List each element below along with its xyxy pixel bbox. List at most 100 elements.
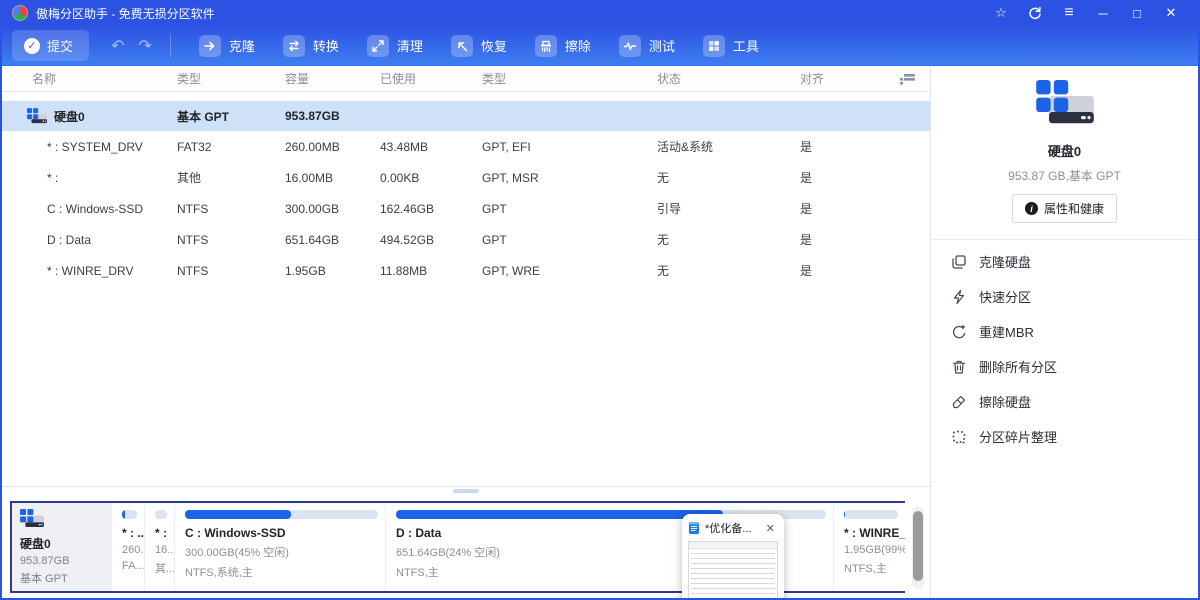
partition-type: GPT, WRE: [482, 264, 657, 278]
rebuild-mbr-icon: [951, 324, 967, 340]
partition-fs: NTFS: [177, 202, 285, 216]
col-used[interactable]: 已使用: [380, 70, 482, 87]
submit-button[interactable]: ✓ 提交: [12, 30, 89, 61]
disk-icon: [20, 509, 44, 529]
table-row-disk0[interactable]: 硬盘0 基本 GPT 953.87GB: [2, 101, 930, 131]
table-row[interactable]: D : Data NTFS 651.64GB 494.52GB GPT 无 是: [2, 224, 930, 255]
col-status[interactable]: 状态: [657, 70, 800, 87]
usage-bar: [185, 510, 378, 519]
panel-divider: [2, 486, 930, 499]
submit-label: 提交: [47, 36, 73, 55]
properties-label: 属性和健康: [1044, 200, 1104, 217]
partition-used: 162.46GB: [380, 202, 482, 216]
preview-close-icon[interactable]: ✕: [763, 521, 778, 536]
eraser-icon: [951, 394, 967, 410]
recover-arrow-icon: [451, 35, 473, 57]
partition-fs: 其他: [177, 169, 285, 186]
sidebar-separator: [931, 239, 1198, 240]
partition-fs: NTFS: [177, 264, 285, 278]
toolbar-item-test[interactable]: 测试: [605, 26, 689, 66]
partition-aligned: 是: [800, 231, 890, 248]
action-clone-disk[interactable]: 克隆硬盘: [931, 244, 1198, 279]
map-disk-name: 硬盘0: [20, 535, 104, 552]
toolbar-label: 测试: [649, 36, 675, 55]
usage-bar: [155, 510, 167, 519]
maximize-button[interactable]: □: [1120, 0, 1154, 26]
table-row[interactable]: * : WINRE_DRV NTFS 1.95GB 11.88MB GPT, W…: [2, 255, 930, 286]
toolbar-item-clone[interactable]: 克隆: [185, 26, 269, 66]
toolbar-item-convert[interactable]: 转换: [269, 26, 353, 66]
map-partition[interactable]: * : ... 260... FA...: [115, 503, 145, 591]
document-thumbnail[interactable]: [688, 541, 778, 600]
minimize-button[interactable]: ─: [1086, 0, 1120, 26]
map-partition[interactable]: C : Windows-SSD 300.00GB(45% 空闲) NTFS,系统…: [178, 503, 386, 591]
partition-type: GPT: [482, 202, 657, 216]
disk-map-panel: 硬盘0 953.87GB 基本 GPT * : ... 260... FA...…: [2, 499, 930, 598]
map-partition[interactable]: * : WINRE_... 1.95GB(99%... NTFS,主: [837, 503, 905, 591]
action-wipe-disk[interactable]: 擦除硬盘: [931, 384, 1198, 419]
partition-status: 无: [657, 262, 800, 279]
resize-grabber[interactable]: [453, 489, 479, 493]
action-label: 重建MBR: [979, 322, 1034, 341]
disk-icon-large: [1036, 80, 1094, 128]
disk-icon: [27, 108, 47, 125]
partition-fs: FAT32: [177, 140, 285, 154]
toolbar-item-erase[interactable]: 擦除: [521, 26, 605, 66]
toolbar-item-clean[interactable]: 清理: [353, 26, 437, 66]
action-rebuild-mbr[interactable]: 重建MBR: [931, 314, 1198, 349]
toolbar-divider: [170, 34, 171, 58]
partition-status: 无: [657, 231, 800, 248]
partition-capacity: 1.95GB: [285, 264, 380, 278]
menu-icon[interactable]: ≡: [1052, 0, 1086, 26]
map-partition[interactable]: * : 16.... 其...: [148, 503, 175, 591]
action-quick-partition[interactable]: 快速分区: [931, 279, 1198, 314]
col-type[interactable]: 类型: [177, 70, 285, 87]
refresh-icon[interactable]: [1018, 0, 1052, 26]
table-row[interactable]: C : Windows-SSD NTFS 300.00GB 162.46GB G…: [2, 193, 930, 224]
lightning-icon: [951, 289, 967, 305]
close-button[interactable]: ✕: [1154, 0, 1188, 26]
map-disk-type: 基本 GPT: [20, 570, 104, 586]
partition-fs: NTFS: [177, 233, 285, 247]
toolbar-item-recover[interactable]: 恢复: [437, 26, 521, 66]
disk-name: 硬盘0: [54, 108, 85, 125]
partition-capacity: 651.64GB: [285, 233, 380, 247]
table-row[interactable]: * : SYSTEM_DRV FAT32 260.00MB 43.48MB GP…: [2, 131, 930, 162]
scrollbar-thumb[interactable]: [913, 511, 923, 581]
app-window: 傲梅分区助手 - 免费无损分区软件 ☆ ≡ ─ □ ✕ ✓ 提交 ↶ ↷ 克隆: [0, 0, 1200, 600]
preview-title: *优化备...: [705, 520, 758, 536]
table-header: 名称 类型 容量 已使用 类型 状态 对齐: [2, 66, 930, 92]
toolbar-label: 恢复: [481, 36, 507, 55]
col-name[interactable]: 名称: [2, 70, 177, 87]
col-type2[interactable]: 类型: [482, 70, 657, 87]
thumbnail-menubar: [689, 542, 777, 549]
undo-button[interactable]: ↶: [111, 36, 124, 56]
partition-status: 活动&系统: [657, 138, 800, 155]
action-defragment[interactable]: 分区碎片整理: [931, 419, 1198, 454]
partition-used: 494.52GB: [380, 233, 482, 247]
toolbar-item-tools[interactable]: 工具: [689, 26, 773, 66]
action-delete-all-partitions[interactable]: 删除所有分区: [931, 349, 1198, 384]
notepad-icon: [688, 521, 700, 535]
grid-icon: [703, 35, 725, 57]
taskbar-preview-popup[interactable]: *优化备... ✕: [682, 514, 784, 600]
defrag-dots-icon: [951, 429, 967, 445]
properties-health-button[interactable]: i 属性和健康: [1012, 194, 1117, 223]
table-row[interactable]: * : 其他 16.00MB 0.00KB GPT, MSR 无 是: [2, 162, 930, 193]
redo-button[interactable]: ↷: [138, 36, 151, 56]
col-capacity[interactable]: 容量: [285, 70, 380, 87]
layout-list-icon[interactable]: [890, 73, 930, 85]
action-label: 分区碎片整理: [979, 427, 1057, 446]
vertical-scrollbar[interactable]: [912, 507, 924, 589]
clean-arrows-icon: [367, 35, 389, 57]
thumbnail-text: [691, 551, 775, 600]
toolbar-label: 工具: [733, 36, 759, 55]
trash-icon: [951, 359, 967, 375]
action-label: 擦除硬盘: [979, 392, 1031, 411]
partition-capacity: 16.00MB: [285, 171, 380, 185]
col-aligned[interactable]: 对齐: [800, 70, 890, 87]
check-icon: ✓: [24, 38, 40, 54]
favorite-star-icon[interactable]: ☆: [984, 0, 1018, 26]
disk0-map-header[interactable]: 硬盘0 953.87GB 基本 GPT: [12, 503, 112, 591]
toolbar-label: 克隆: [229, 36, 255, 55]
